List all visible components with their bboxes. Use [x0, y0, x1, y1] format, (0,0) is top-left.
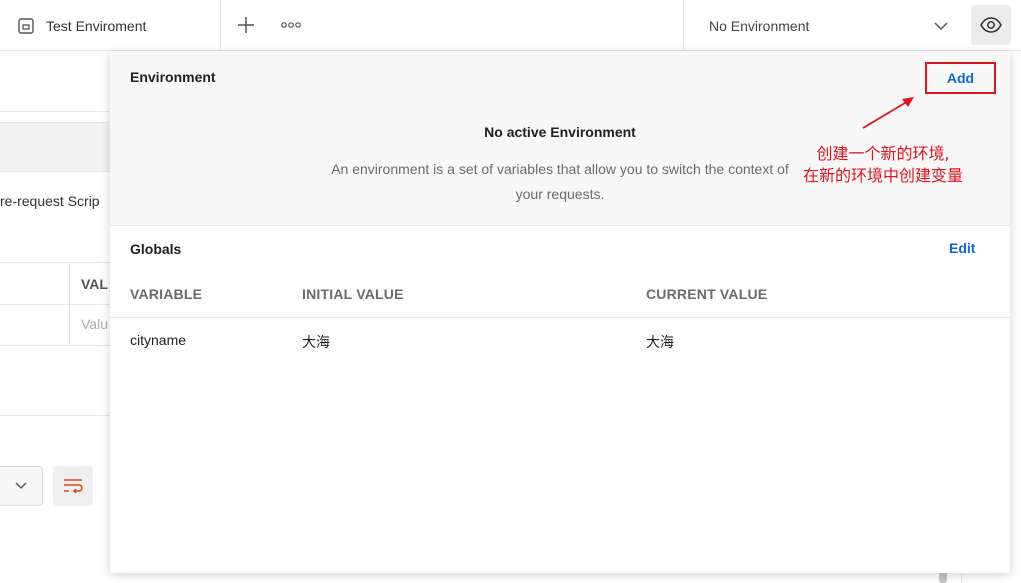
environment-tab-icon: [17, 17, 35, 35]
tab-test-environment[interactable]: Test Enviroment: [0, 0, 221, 51]
tab-label: Test Enviroment: [46, 17, 147, 34]
background-divider: [0, 262, 110, 263]
eye-icon: [980, 17, 1002, 33]
background-pre-request-tab[interactable]: re-request Scrip: [0, 193, 110, 209]
new-tab-button[interactable]: [234, 13, 258, 37]
current-value-cell: 大海: [646, 334, 674, 350]
environment-section-title: Environment: [130, 69, 216, 85]
background-divider: [0, 345, 110, 346]
background-divider: [0, 304, 110, 305]
column-header-current-value: CURRENT VALUE: [646, 286, 768, 302]
empty-state-description: An environment is a set of variables tha…: [331, 161, 789, 202]
variable-name-cell: cityname: [130, 332, 187, 348]
background-dropdown[interactable]: [0, 466, 43, 506]
background-value-input[interactable]: Valu: [81, 316, 108, 332]
more-tabs-button[interactable]: [279, 13, 303, 37]
environment-selector[interactable]: No Environment: [683, 0, 965, 51]
background-divider: [0, 111, 110, 112]
initial-value-cell: 大海: [302, 334, 330, 350]
environment-section: Environment Add No active Environment An…: [110, 51, 1010, 226]
background-value-header: VAL: [81, 276, 108, 292]
chevron-down-icon: [15, 482, 27, 490]
column-header-initial-value: INITIAL VALUE: [302, 286, 404, 302]
background-divider: [0, 415, 110, 416]
add-environment-button[interactable]: Add: [925, 62, 996, 94]
background-toolbar: [0, 122, 110, 172]
table-header-divider: [110, 317, 1010, 318]
annotation-line-2: 在新的环境中创建变量: [802, 166, 963, 185]
environment-quick-look-button[interactable]: [971, 5, 1011, 45]
top-bar: Test Enviroment No Environment: [0, 0, 1021, 51]
background-column-divider: [69, 263, 70, 345]
wrap-lines-button[interactable]: [53, 466, 93, 506]
environment-selector-value: No Environment: [709, 17, 810, 34]
chevron-down-icon: [933, 18, 949, 34]
annotation-line-1: 创建一个新的环境,: [816, 144, 950, 163]
column-header-variable: VARIABLE: [130, 286, 203, 302]
annotation-arrow: [862, 97, 914, 129]
globals-section-title: Globals: [130, 241, 182, 257]
more-icon: [281, 22, 301, 28]
wrap-lines-icon: [64, 479, 83, 494]
edit-globals-button[interactable]: Edit: [949, 240, 975, 256]
plus-icon: [238, 17, 254, 33]
annotation-note: 创建一个新的环境, 在新的环境中创建变量: [778, 143, 988, 187]
